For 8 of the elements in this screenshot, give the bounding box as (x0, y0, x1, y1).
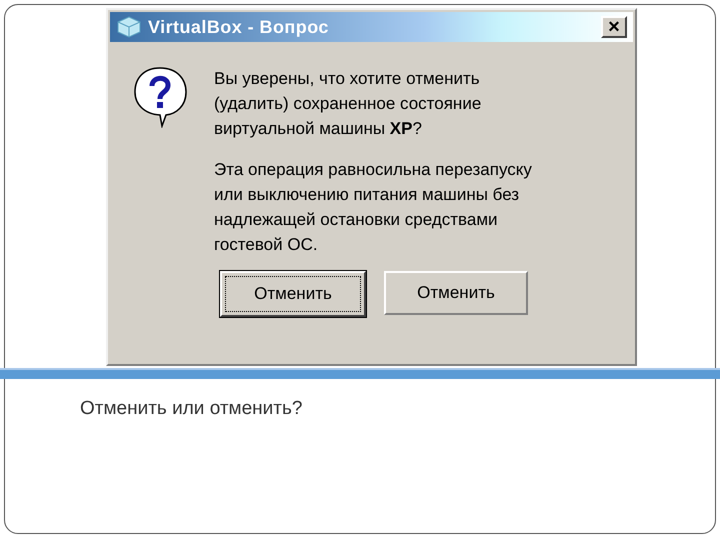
cancel-button[interactable]: Отменить (384, 271, 528, 315)
window-title: VirtualBox - Вопрос (148, 16, 329, 39)
cancel-button[interactable]: Отменить (220, 271, 366, 317)
close-button[interactable]: × (601, 16, 627, 38)
slide-caption: Отменить или отменить? (80, 398, 302, 419)
cube-icon (116, 15, 142, 39)
question-text: Вы уверены, что хотите отменить (удалить) сохраненное состояние виртуальной машины XP? (214, 68, 482, 140)
details-text: Эта операция равносильна перезапуску или выключению питания машины без надлежащей остановки средствами гостевой ОС. (214, 159, 533, 256)
